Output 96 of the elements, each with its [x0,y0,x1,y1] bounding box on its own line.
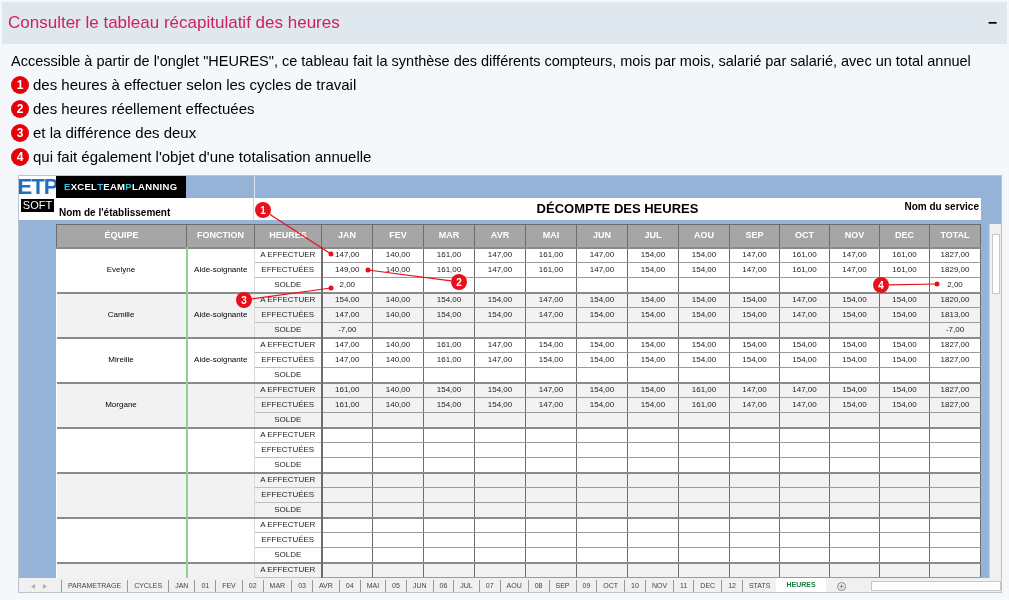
logo-mark: ETP [19,176,58,198]
table-cell: 140,00 [372,307,424,323]
table-cell: 147,00 [474,262,526,278]
column-header: DEC [879,224,930,248]
logo-subtitle: SOFT [20,199,55,212]
number-badge: 3 [11,124,29,142]
table-cell: 147,00 [525,307,577,323]
table-cell: 147,00 [321,307,373,323]
point-text: qui fait également l'objet d'une totalisation annuelle [33,146,372,167]
table-cell: 154,00 [829,352,880,368]
row-label: SOLDE [254,367,322,383]
table-cell: 154,00 [678,262,730,278]
table-cell: 154,00 [779,352,830,368]
employee-name: Morgane [56,382,187,428]
column-header: JUL [627,224,679,248]
column-header: OCT [779,224,830,248]
table-cell: 154,00 [576,397,628,413]
column-header: FONCTION [186,224,255,248]
table-cell: 161,00 [678,397,730,413]
table-cell: 147,00 [576,262,628,278]
table-cell: 154,00 [627,352,679,368]
employee-name: Mireille [56,337,187,383]
table-cell: -7,00 [929,322,981,338]
collapse-toggle[interactable]: − [987,11,997,35]
row-label: SOLDE [254,277,322,293]
point-text: des heures réellement effectuées [33,98,255,119]
number-badge: 1 [11,76,29,94]
table-cell: 1813,00 [929,307,981,323]
employee-name: Camille [56,292,187,338]
table-cell: 154,00 [879,352,930,368]
table-cell: 154,00 [627,307,679,323]
row-label: SOLDE [254,457,322,473]
column-header: JAN [321,224,373,248]
table-cell: 1827,00 [929,397,981,413]
panel-header[interactable]: Consulter le tableau récapitulatif des heures − [2,2,1007,44]
table-cell: 161,00 [321,397,373,413]
table-cell: 147,00 [474,352,526,368]
row-label: SOLDE [254,322,322,338]
table-cell: -7,00 [321,322,373,338]
logo-name: EXCELTEAMPLANNING [56,176,186,198]
column-header: ÉQUIPE [56,224,187,248]
column-header: AVR [474,224,526,248]
point-text: des heures à effectuer selon les cycles de travail [33,74,357,95]
row-label: SOLDE [254,502,322,518]
number-badge: 4 [11,148,29,166]
table-cell: 154,00 [423,307,475,323]
table-cell: 147,00 [321,352,373,368]
row-label: SOLDE [254,412,322,428]
establishment-name: Nom de l'établissement [59,207,171,218]
table-cell: 1827,00 [929,352,981,368]
table-cell: 154,00 [576,307,628,323]
column-header: SEP [729,224,780,248]
table-cell: 147,00 [829,262,880,278]
table-cell: 154,00 [627,262,679,278]
table-cell: 154,00 [627,397,679,413]
column-header: TOTAL [929,224,981,248]
table-cell: 140,00 [372,397,424,413]
service-name: Nom du service [904,200,979,214]
table-cell: 154,00 [576,352,628,368]
column-header: FEV [372,224,424,248]
table-cell: 154,00 [829,397,880,413]
table-cell: 154,00 [474,397,526,413]
table-cell: 147,00 [525,397,577,413]
sheet-title: DÉCOMPTE DES HEURES [536,200,699,218]
table-cell: 147,00 [779,307,830,323]
table-cell: 140,00 [372,352,424,368]
table-cell: 161,00 [779,262,830,278]
table-cell: 161,00 [525,262,577,278]
table-cell: 147,00 [729,262,780,278]
table-cell: 161,00 [879,262,930,278]
point-text: et la différence des deux [33,122,197,143]
panel-title: Consulter le tableau récapitulatif des heures [8,12,340,35]
table-cell: 140,00 [372,262,424,278]
column-header: MAI [525,224,577,248]
intro-text: Accessible à partir de l'onglet "HEURES", ce tableau fait la synthèse des différents compteurs, mois par mois, salarié par salarié, avec un total annuel [11,52,971,70]
table-cell: 154,00 [829,307,880,323]
column-header: AOU [678,224,730,248]
number-badge: 2 [11,100,29,118]
table-cell: 154,00 [879,307,930,323]
column-header: JUN [576,224,628,248]
employee-name: Evelyne [56,247,187,293]
table-cell: 154,00 [525,352,577,368]
table-cell: 154,00 [729,307,780,323]
table-cell: 147,00 [729,397,780,413]
column-header: NOV [829,224,880,248]
table-cell: 154,00 [879,397,930,413]
table-cell: 154,00 [474,307,526,323]
table-cell: 1829,00 [929,262,981,278]
table-cell: 154,00 [423,397,475,413]
table-cell: 154,00 [729,352,780,368]
row-label: SOLDE [254,547,322,563]
column-header: MAR [423,224,475,248]
table-cell: 154,00 [678,307,730,323]
table-cell: 161,00 [423,352,475,368]
table-cell: 147,00 [779,397,830,413]
table-cell: 154,00 [678,352,730,368]
